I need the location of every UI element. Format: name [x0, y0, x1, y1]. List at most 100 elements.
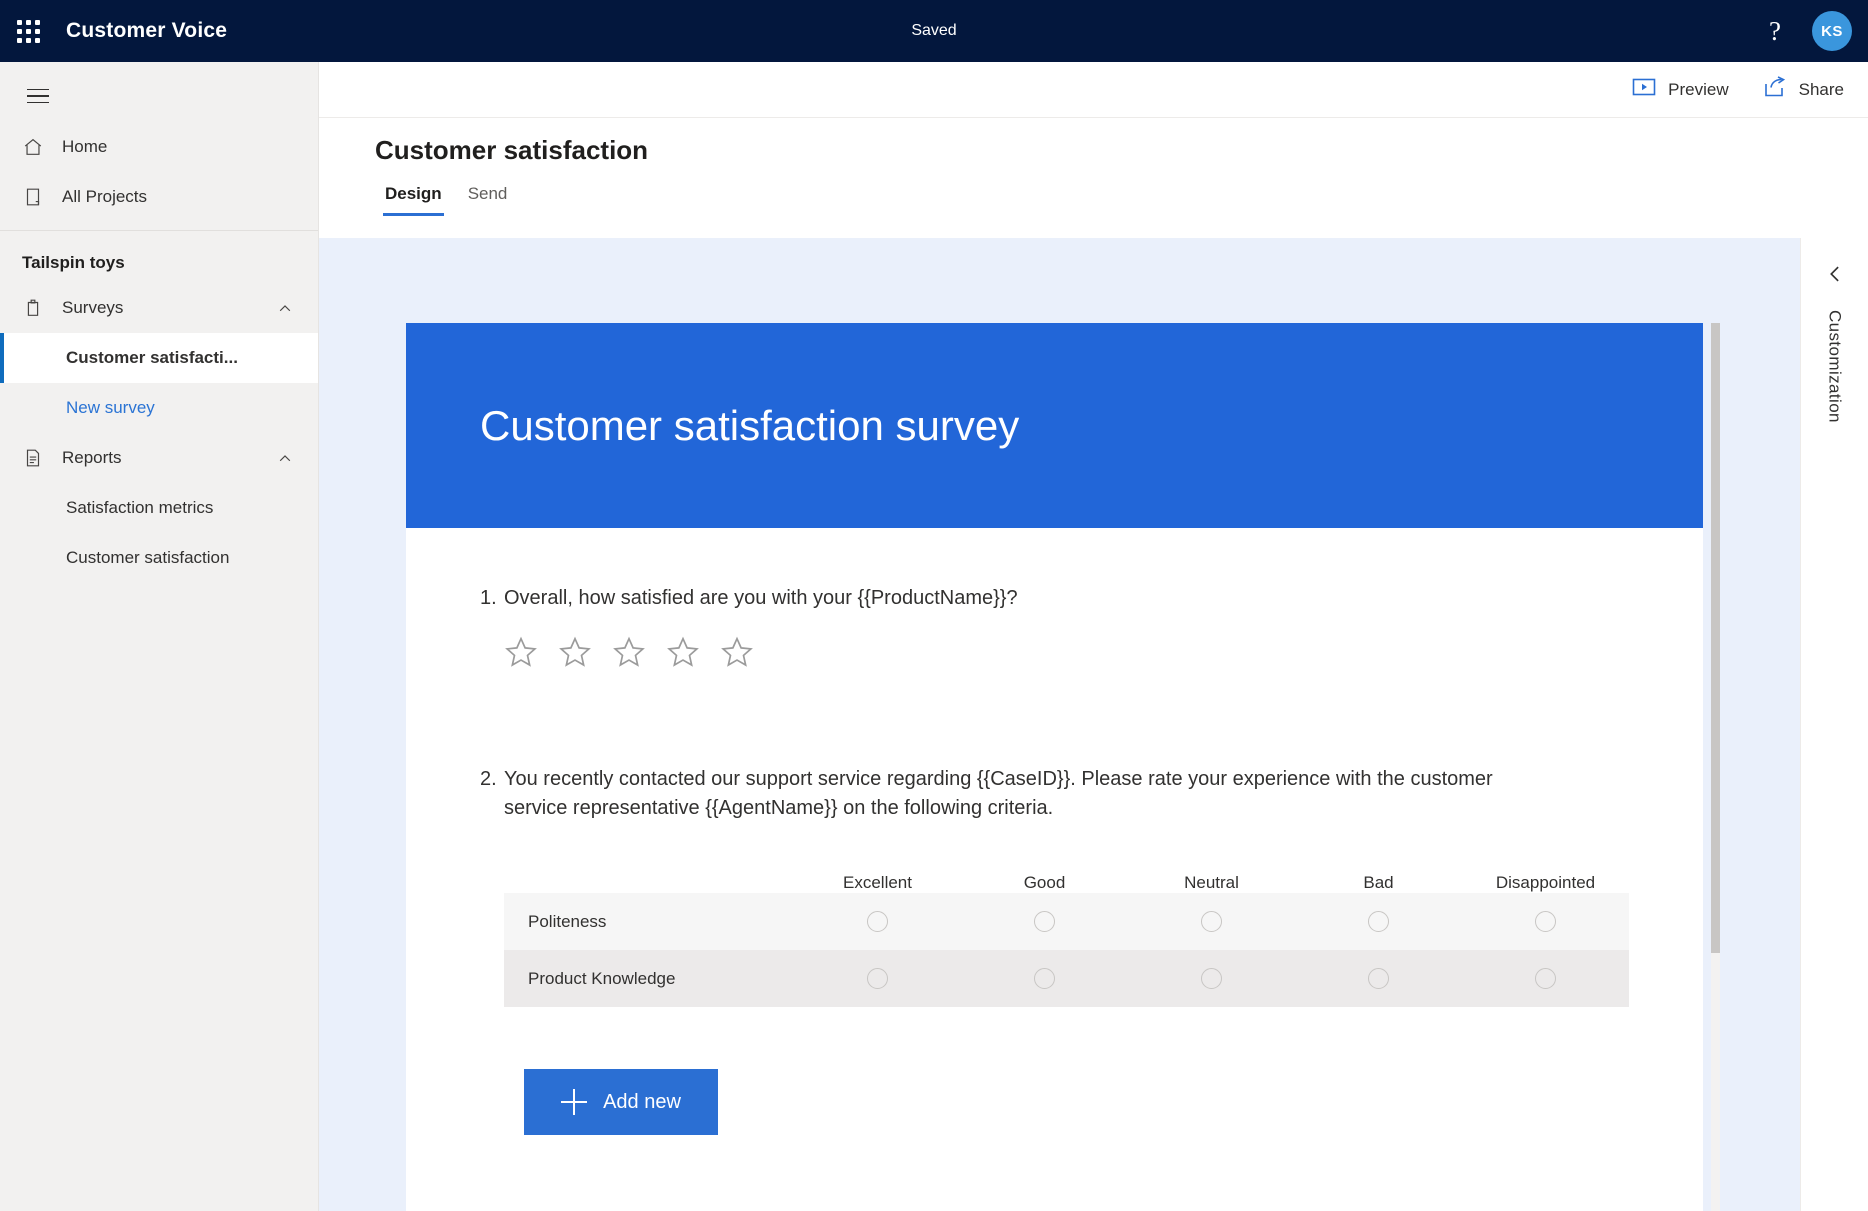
app-header: Customer Voice Saved ? KS [0, 0, 1868, 62]
sidebar-subitem-label: Customer satisfacti... [66, 348, 238, 368]
question-2-number: 2. [480, 765, 504, 823]
matrix-cell[interactable] [1462, 968, 1629, 989]
matrix-cell[interactable] [961, 911, 1128, 932]
radio-button[interactable] [1034, 968, 1055, 989]
star-icon[interactable] [720, 635, 754, 669]
matrix-column-header-good: Good [961, 873, 1128, 893]
star-icon[interactable] [666, 635, 700, 669]
survey-form-card: Customer satisfaction survey 1. Overall,… [406, 323, 1703, 1211]
radio-button[interactable] [1535, 968, 1556, 989]
page-header: Customer satisfaction Design Send [319, 118, 1868, 238]
survey-banner-title: Customer satisfaction survey [480, 402, 1019, 450]
matrix-cell[interactable] [794, 911, 961, 932]
share-label: Share [1799, 80, 1844, 100]
help-icon[interactable]: ? [1758, 18, 1792, 45]
sidebar-item-surveys[interactable]: Surveys [0, 283, 318, 333]
radio-button[interactable] [1368, 911, 1389, 932]
sidebar-item-label: All Projects [62, 187, 318, 207]
matrix-column-header-excellent: Excellent [794, 873, 961, 893]
sidebar-group-title: Tailspin toys [0, 231, 318, 283]
star-icon[interactable] [504, 635, 538, 669]
matrix-cell[interactable] [794, 968, 961, 989]
sidebar-item-new-survey[interactable]: New survey [0, 383, 318, 433]
plus-icon [561, 1089, 587, 1115]
sidebar: Home All Projects Tailspin toys Surveys … [0, 62, 319, 1211]
sidebar-item-customer-satisfaction-report[interactable]: Customer satisfaction [0, 533, 318, 583]
command-bar: Preview Share [319, 62, 1868, 118]
page-title: Customer satisfaction [319, 118, 1868, 166]
preview-label: Preview [1668, 80, 1728, 100]
tab-list: Design Send [319, 180, 1868, 216]
matrix-header-row: Excellent Good Neutral Bad Disappointed [504, 849, 1629, 893]
preview-button[interactable]: Preview [1632, 77, 1728, 102]
waffle-menu-button[interactable] [0, 0, 56, 62]
sidebar-subitem-label: New survey [66, 398, 155, 418]
sidebar-item-customer-satisfaction-survey[interactable]: Customer satisfacti... [0, 333, 318, 383]
radio-button[interactable] [867, 968, 888, 989]
matrix-column-header-neutral: Neutral [1128, 873, 1295, 893]
star-icon[interactable] [558, 635, 592, 669]
matrix-row-politeness: Politeness [504, 893, 1629, 950]
star-icon[interactable] [612, 635, 646, 669]
question-1-header: 1. Overall, how satisfied are you with y… [480, 584, 1629, 613]
matrix-cell[interactable] [961, 968, 1128, 989]
sidebar-item-all-projects[interactable]: All Projects [0, 172, 318, 222]
radio-button[interactable] [1535, 911, 1556, 932]
radio-button[interactable] [867, 911, 888, 932]
matrix-cell[interactable] [1462, 911, 1629, 932]
survey-canvas: Customer satisfaction survey 1. Overall,… [319, 238, 1868, 1211]
share-arrow-icon [1763, 76, 1787, 103]
matrix-row-product-knowledge: Product Knowledge [504, 950, 1629, 1007]
sidebar-item-label: Home [62, 137, 318, 157]
preview-play-icon [1632, 77, 1656, 102]
question-1-text: Overall, how satisfied are you with your… [504, 584, 1018, 613]
tab-send[interactable]: Send [458, 180, 518, 216]
sidebar-item-reports[interactable]: Reports [0, 433, 318, 483]
matrix-cell[interactable] [1295, 911, 1462, 932]
matrix-row-label: Politeness [504, 912, 794, 932]
document-icon [22, 186, 62, 208]
question-2-text: You recently contacted our support servi… [504, 765, 1559, 823]
form-scrollbar[interactable] [1711, 323, 1720, 1211]
add-new-button[interactable]: Add new [524, 1069, 718, 1135]
app-title: Customer Voice [66, 19, 227, 43]
save-status-text: Saved [0, 22, 1868, 40]
sidebar-subitem-label: Customer satisfaction [66, 548, 229, 568]
survey-banner[interactable]: Customer satisfaction survey [406, 323, 1703, 528]
chevron-up-icon[interactable] [278, 451, 292, 465]
waffle-grid-icon [17, 20, 40, 43]
radio-button[interactable] [1368, 968, 1389, 989]
question-2-header: 2. You recently contacted our support se… [480, 765, 1629, 823]
hamburger-menu-icon[interactable] [8, 70, 68, 122]
sidebar-subitem-label: Satisfaction metrics [66, 498, 213, 518]
rating-matrix: Excellent Good Neutral Bad Disappointed … [504, 849, 1629, 1007]
home-icon [22, 136, 62, 158]
question-1-number: 1. [480, 584, 504, 613]
matrix-cell[interactable] [1128, 911, 1295, 932]
add-new-label: Add new [603, 1091, 681, 1114]
customization-label[interactable]: Customization [1825, 310, 1845, 423]
clipboard-icon [22, 297, 62, 319]
question-2[interactable]: 2. You recently contacted our support se… [480, 765, 1629, 1007]
matrix-cell[interactable] [1128, 968, 1295, 989]
star-rating-input[interactable] [480, 635, 1629, 669]
matrix-cell[interactable] [1295, 968, 1462, 989]
form-scrollbar-thumb[interactable] [1711, 323, 1720, 953]
matrix-row-label: Product Knowledge [504, 969, 794, 989]
report-document-icon [22, 447, 62, 469]
avatar[interactable]: KS [1812, 11, 1852, 51]
radio-button[interactable] [1201, 968, 1222, 989]
chevron-left-icon[interactable] [1825, 264, 1845, 284]
radio-button[interactable] [1034, 911, 1055, 932]
app-header-actions: ? KS [1758, 0, 1852, 62]
survey-body: 1. Overall, how satisfied are you with y… [406, 528, 1703, 1135]
customization-panel: Customization [1800, 238, 1868, 1211]
matrix-column-header-disappointed: Disappointed [1462, 873, 1629, 893]
sidebar-item-satisfaction-metrics[interactable]: Satisfaction metrics [0, 483, 318, 533]
radio-button[interactable] [1201, 911, 1222, 932]
tab-design[interactable]: Design [375, 180, 452, 216]
sidebar-item-home[interactable]: Home [0, 122, 318, 172]
question-1[interactable]: 1. Overall, how satisfied are you with y… [480, 584, 1629, 669]
chevron-up-icon[interactable] [278, 301, 292, 315]
share-button[interactable]: Share [1763, 76, 1844, 103]
